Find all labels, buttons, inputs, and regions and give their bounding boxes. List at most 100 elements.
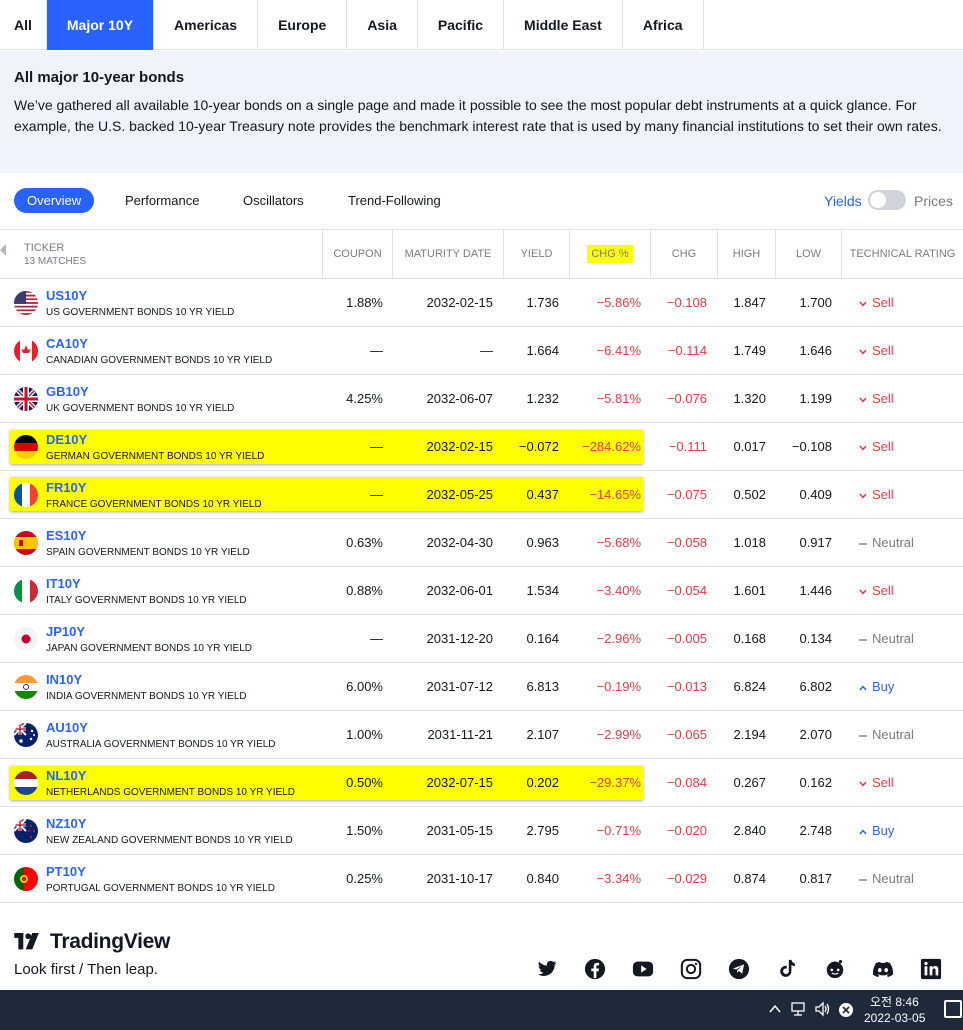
youtube-icon[interactable] — [632, 958, 654, 980]
tiktok-icon[interactable] — [776, 958, 798, 980]
header-low[interactable]: LOW — [775, 230, 841, 278]
instagram-icon[interactable] — [680, 958, 702, 980]
info-title: All major 10-year bonds — [14, 69, 185, 86]
yields-label[interactable]: Yields — [824, 193, 862, 209]
tray-chevron-up-icon[interactable] — [768, 1002, 782, 1016]
cell-chg: −0.065 — [666, 727, 707, 742]
ticker-symbol[interactable]: IN10Y — [46, 672, 82, 687]
linkedin-icon[interactable] — [920, 958, 942, 980]
tab-middle-east[interactable]: Middle East — [504, 0, 623, 50]
table-row[interactable]: GB10Y UK GOVERNMENT BONDS 10 YR YIELD 4.25… — [0, 375, 963, 423]
tab-europe[interactable]: Europe — [258, 0, 348, 50]
ticker-description: AUSTRALIA GOVERNMENT BONDS 10 YR YIELD — [46, 739, 276, 750]
table-row[interactable]: IN10Y INDIA GOVERNMENT BONDS 10 YR YIELD 6… — [0, 663, 963, 711]
header-coupon[interactable]: COUPON — [322, 230, 392, 278]
reddit-icon[interactable] — [824, 958, 846, 980]
table-row[interactable]: CA10Y CANADIAN GOVERNMENT BONDS 10 YR YIE… — [0, 327, 963, 375]
cell-chg-pct: −3.34% — [596, 871, 641, 886]
header-ticker[interactable]: TICKER 13 MATCHES — [0, 230, 322, 278]
cell-yield: 1.664 — [526, 343, 559, 358]
ticker-symbol[interactable]: GB10Y — [46, 384, 89, 399]
tab-overview[interactable]: Overview — [14, 188, 95, 213]
volume-icon[interactable] — [814, 1001, 832, 1017]
ticker-symbol[interactable]: NL10Y — [46, 768, 86, 783]
ticker-symbol[interactable]: JP10Y — [46, 624, 85, 639]
header-ticker-label: TICKER — [24, 241, 65, 254]
flag-de-icon — [14, 435, 38, 459]
header-chg[interactable]: CHG — [650, 230, 717, 278]
tab-oscillators[interactable]: Oscillators — [243, 188, 304, 213]
tab-americas[interactable]: Americas — [154, 0, 259, 50]
table-row[interactable]: US10Y US GOVERNMENT BONDS 10 YR YIELD 1.88… — [0, 279, 963, 327]
ticker-description: JAPAN GOVERNMENT BONDS 10 YR YIELD — [46, 643, 252, 654]
prices-label[interactable]: Prices — [914, 193, 953, 209]
table-row[interactable]: FR10Y FRANCE GOVERNMENT BONDS 10 YR YIELD… — [0, 471, 963, 519]
cell-yield: 0.963 — [526, 535, 559, 550]
tab-africa[interactable]: Africa — [623, 0, 704, 50]
table-row[interactable]: NZ10Y NEW ZEALAND GOVERNMENT BONDS 10 YR … — [0, 807, 963, 855]
error-icon[interactable] — [838, 1002, 854, 1018]
ticker-symbol[interactable]: IT10Y — [46, 576, 81, 591]
tradingview-logo[interactable]: TradingView — [14, 930, 170, 954]
cell-chg-pct: −284.62% — [582, 439, 641, 454]
ticker-symbol[interactable]: AU10Y — [46, 720, 88, 735]
telegram-icon[interactable] — [728, 958, 750, 980]
tab-trend-following[interactable]: Trend-Following — [348, 188, 441, 213]
cell-chg: −0.084 — [666, 775, 707, 790]
cell-coupon: 4.25% — [346, 391, 383, 406]
header-technical-rating[interactable]: TECHNICAL RATING — [841, 230, 963, 278]
discord-icon[interactable] — [872, 958, 894, 980]
cell-low: 1.199 — [799, 391, 832, 406]
cell-low: 2.748 — [799, 823, 832, 838]
header-yield[interactable]: YIELD — [503, 230, 569, 278]
tab-pacific[interactable]: Pacific — [418, 0, 505, 50]
rating-label: Sell — [872, 775, 894, 790]
tab-all[interactable]: All — [0, 0, 47, 50]
cell-coupon: — — [370, 439, 383, 454]
cell-chg: −0.020 — [666, 823, 707, 838]
clock-time[interactable]: 오전 8:46 — [870, 993, 919, 1010]
tab-asia[interactable]: Asia — [347, 0, 418, 50]
twitter-icon[interactable] — [536, 958, 558, 980]
cell-chg-pct: −5.81% — [596, 391, 641, 406]
cell-low: −0.108 — [791, 439, 832, 454]
ticker-symbol[interactable]: ES10Y — [46, 528, 86, 543]
ticker-symbol[interactable]: PT10Y — [46, 864, 86, 879]
table-row[interactable]: NL10Y NETHERLANDS GOVERNMENT BONDS 10 YR … — [0, 759, 963, 807]
cell-maturity: — — [480, 343, 493, 358]
cell-chg-pct: −0.19% — [596, 679, 641, 694]
table-row[interactable]: DE10Y GERMAN GOVERNMENT BONDS 10 YR YIELD… — [0, 423, 963, 471]
cell-low: 0.134 — [799, 631, 832, 646]
cell-high: 1.601 — [733, 583, 766, 598]
ticker-symbol[interactable]: CA10Y — [46, 336, 88, 351]
header-high[interactable]: HIGH — [717, 230, 775, 278]
table-row[interactable]: JP10Y JAPAN GOVERNMENT BONDS 10 YR YIELD —… — [0, 615, 963, 663]
facebook-icon[interactable] — [584, 958, 606, 980]
ticker-symbol[interactable]: FR10Y — [46, 480, 86, 495]
tab-performance[interactable]: Performance — [125, 188, 199, 213]
notification-icon[interactable] — [944, 1000, 962, 1018]
clock-date[interactable]: 2022-03-05 — [864, 1011, 925, 1025]
header-maturity[interactable]: MATURITY DATE — [392, 230, 503, 278]
table-row[interactable]: ES10Y SPAIN GOVERNMENT BONDS 10 YR YIELD 0… — [0, 519, 963, 567]
cell-low: 1.446 — [799, 583, 832, 598]
ticker-symbol[interactable]: DE10Y — [46, 432, 87, 447]
rating-chevron-down-icon — [858, 487, 872, 502]
header-chg-pct[interactable]: CHG % — [569, 230, 650, 278]
tab-major-10y[interactable]: Major 10Y — [46, 0, 155, 50]
ticker-symbol[interactable]: US10Y — [46, 288, 87, 303]
cell-technical-rating: Sell — [858, 775, 894, 790]
cell-yield: 1.534 — [526, 583, 559, 598]
region-tabs: All Major 10Y Americas Europe Asia Pacif… — [0, 0, 963, 50]
ticker-symbol[interactable]: NZ10Y — [46, 816, 86, 831]
network-icon[interactable] — [790, 1001, 808, 1017]
cell-chg: −0.029 — [666, 871, 707, 886]
table-row[interactable]: PT10Y PORTUGAL GOVERNMENT BONDS 10 YR YIE… — [0, 855, 963, 903]
cell-coupon: 0.88% — [346, 583, 383, 598]
table-row[interactable]: AU10Y AUSTRALIA GOVERNMENT BONDS 10 YR YI… — [0, 711, 963, 759]
cell-yield: −0.072 — [518, 439, 559, 454]
flag-gb-icon — [14, 387, 38, 411]
table-row[interactable]: IT10Y ITALY GOVERNMENT BONDS 10 YR YIELD 0… — [0, 567, 963, 615]
rating-label: Neutral — [872, 871, 914, 886]
yields-prices-toggle[interactable] — [868, 190, 906, 210]
